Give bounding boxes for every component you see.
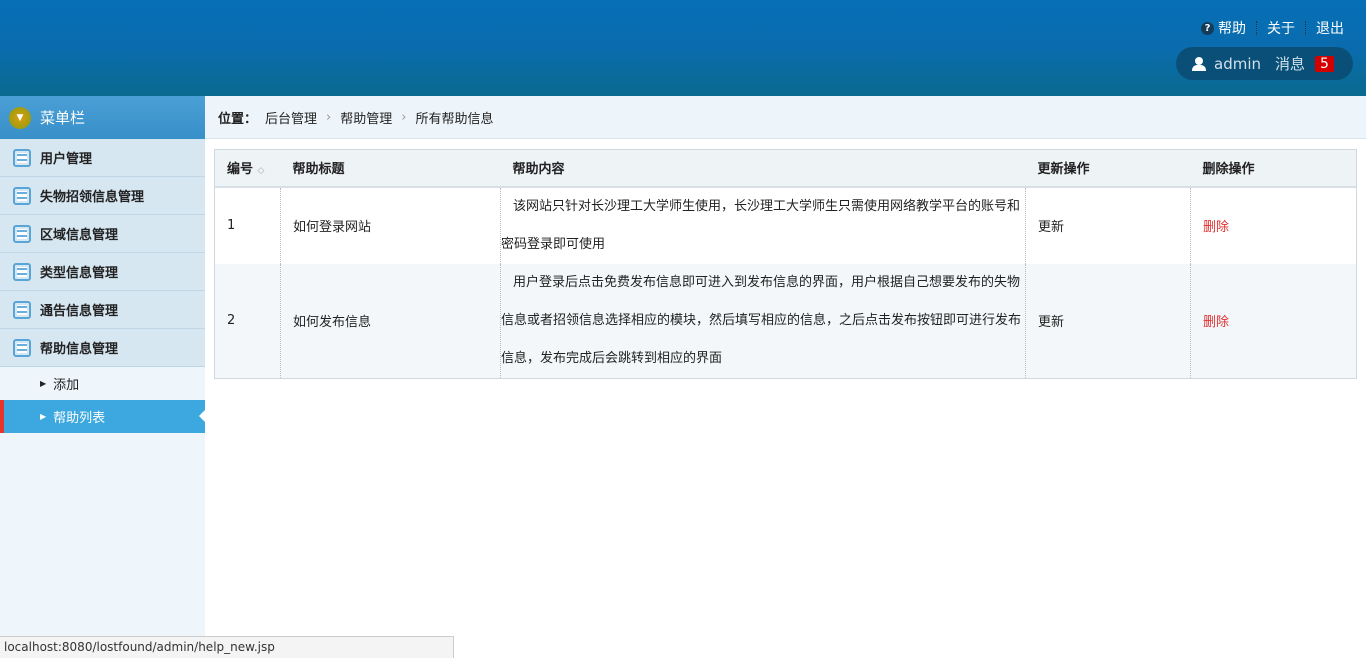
list-icon [13,186,31,205]
triangle-right-icon: ▶ [40,379,47,388]
breadcrumb-label: 位置： [218,111,258,127]
breadcrumb-item[interactable]: 帮助管理 [340,108,392,127]
sidebar-item-regions[interactable]: 区域信息管理 [0,215,205,253]
list-icon [13,300,31,319]
table-row: 1 如何登录网站 该网站只针对长沙理工大学师生使用，长沙理工大学师生只需使用网络… [215,186,1357,264]
sidebar-item-lost-found[interactable]: 失物招领信息管理 [0,177,205,215]
subitem-label: 添加 [53,378,80,393]
help-link[interactable]: 帮助 [1218,18,1246,38]
sidebar-item-label: 用户管理 [40,152,93,167]
main-content: 位置： 后台管理 › 帮助管理 › 所有帮助信息 编号 ◇ 帮助标题 帮助内容 更新… [205,96,1366,658]
user-icon [1192,56,1206,71]
breadcrumb: 位置： 后台管理 › 帮助管理 › 所有帮助信息 [205,96,1366,139]
cell-content: 用户登录后点击免费发布信息即可进入到发布信息的界面，用户根据自己想要发布的失物信… [500,263,1026,378]
breadcrumb-item[interactable]: 后台管理 [265,108,317,127]
list-icon [13,338,31,357]
sidebar-item-notices[interactable]: 通告信息管理 [0,291,205,329]
sidebar-title: 菜单栏 [40,109,86,127]
subitem-add[interactable]: ▶ 添加 [0,367,205,400]
update-link[interactable]: 更新 [1025,186,1191,264]
username[interactable]: admin [1214,55,1261,73]
subitem-label: 帮助列表 [53,411,106,426]
list-icon [13,224,31,243]
sidebar-item-help[interactable]: 帮助信息管理 [0,329,205,367]
status-bar-url: localhost:8080/lostfound/admin/help_new.… [0,636,454,658]
breadcrumb-item: 所有帮助信息 [415,111,494,127]
list-icon [13,262,31,281]
sort-icon[interactable]: ◇ [258,166,265,176]
message-count-badge[interactable]: 5 [1315,55,1334,72]
column-header-title: 帮助标题 [280,149,501,188]
sidebar-header: ▼ 菜单栏 [0,96,205,139]
help-table: 编号 ◇ 帮助标题 帮助内容 更新操作 删除操作 1 如何登录网站 该网站只针对… [214,149,1357,379]
cell-title: 如何登录网站 [280,186,501,264]
list-icon [13,148,31,167]
column-header-update: 更新操作 [1025,149,1191,188]
cell-content: 该网站只针对长沙理工大学师生使用，长沙理工大学师生只需使用网络教学平台的账号和密… [500,186,1026,264]
sidebar-item-label: 类型信息管理 [40,266,119,281]
sidebar-item-label: 区域信息管理 [40,228,119,243]
update-link[interactable]: 更新 [1025,263,1191,378]
about-link[interactable]: 关于 [1267,18,1295,38]
logout-link[interactable]: 退出 [1316,18,1344,38]
delete-link[interactable]: 删除 [1190,186,1357,264]
messages-link[interactable]: 消息 [1275,53,1305,74]
column-header-delete: 删除操作 [1190,149,1357,188]
sidebar-item-types[interactable]: 类型信息管理 [0,253,205,291]
sidebar-item-users[interactable]: 用户管理 [0,139,205,177]
sidebar-item-label: 通告信息管理 [40,304,119,319]
cell-id: 1 [227,218,236,233]
sidebar-item-label: 失物招领信息管理 [40,190,145,205]
top-header: ? 帮助 关于 退出 admin 消息 5 [0,0,1366,96]
column-header-id[interactable]: 编号 ◇ [214,149,281,188]
sidebar: ▼ 菜单栏 用户管理 失物招领信息管理 区域信息管理 类型信息管理 通告信息管理… [0,96,205,658]
column-header-content: 帮助内容 [500,149,1026,188]
table-row: 2 如何发布信息 用户登录后点击免费发布信息即可进入到发布信息的界面，用户根据自… [214,263,1357,378]
triangle-right-icon: ▶ [40,412,47,421]
sidebar-item-label: 帮助信息管理 [40,342,119,357]
delete-link[interactable]: 删除 [1190,263,1357,378]
help-icon: ? [1201,21,1214,35]
cell-id: 2 [214,263,281,378]
subitem-help-list[interactable]: ▶ 帮助列表 [0,400,205,433]
user-bar: admin 消息 5 [1176,47,1353,80]
cell-title: 如何发布信息 [280,263,501,378]
chevron-down-icon[interactable]: ▼ [9,106,31,129]
